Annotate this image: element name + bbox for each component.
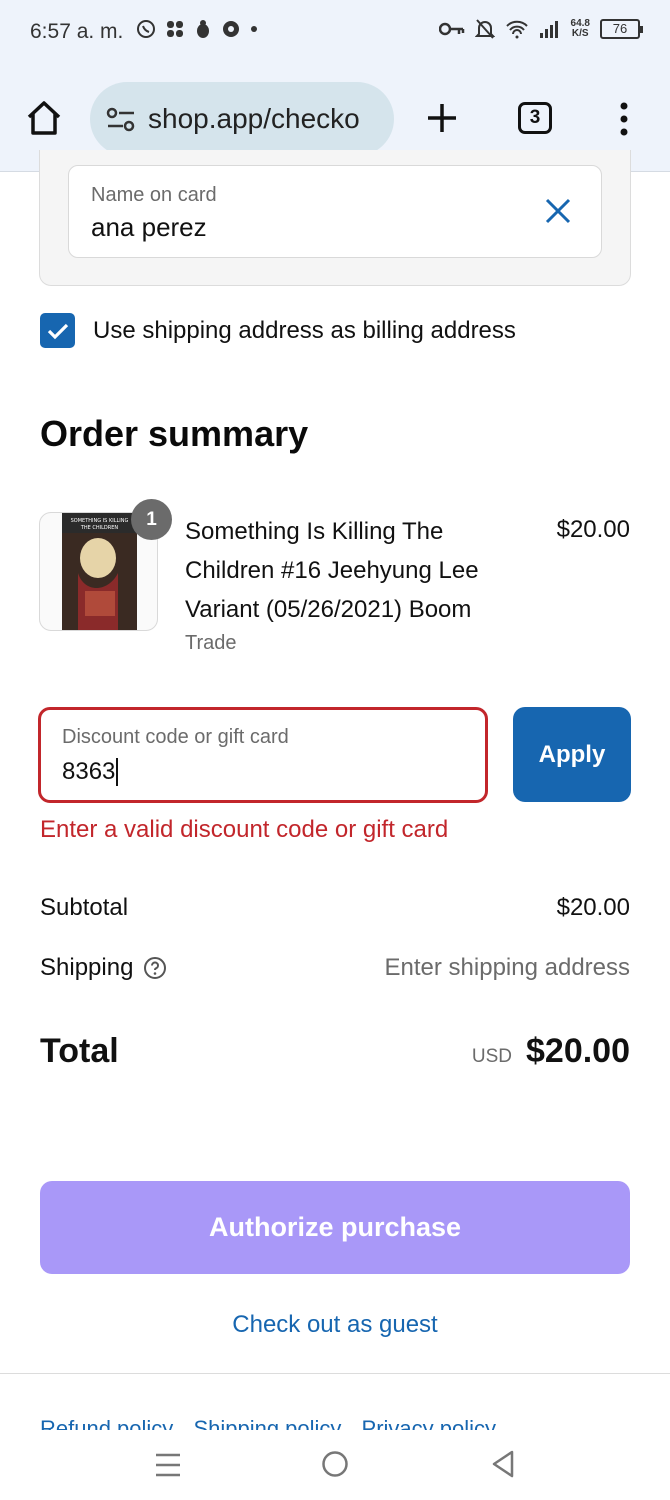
refund-policy-link[interactable]: Refund policy (40, 1416, 173, 1430)
shipping-value: Enter shipping address (384, 954, 630, 981)
url-text[interactable]: shop.app/checko (148, 103, 360, 135)
dot-icon (251, 26, 257, 32)
key-icon (438, 22, 464, 36)
shipping-policy-link[interactable]: Shipping policy (193, 1416, 341, 1430)
total-amount: USD $20.00 (472, 1032, 630, 1071)
site-settings-icon[interactable] (106, 106, 136, 134)
bell-muted-icon (474, 19, 495, 39)
discount-code-label: Discount code or gift card (62, 726, 289, 748)
product-price: $20.00 (556, 516, 630, 543)
battery-indicator: 76 (600, 19, 643, 39)
privacy-policy-link[interactable]: Privacy policy (362, 1416, 496, 1430)
shipping-label: Shipping (40, 954, 134, 981)
cover-title-text: SOMETHING IS KILLING (71, 518, 129, 524)
status-bar: 6:57 a. m. 64.8 K/S 76 (0, 0, 670, 70)
tab-switcher-button[interactable]: 3 (518, 102, 552, 134)
notification-icons (136, 19, 258, 39)
status-time: 6:57 a. m. (30, 20, 124, 43)
home-nav-icon[interactable] (321, 1450, 349, 1478)
total-currency: USD (471, 1046, 512, 1067)
recents-icon[interactable] (154, 1452, 182, 1478)
name-on-card-label: Name on card (91, 184, 217, 206)
name-on-card-field[interactable]: Name on card ana perez (68, 165, 602, 258)
billing-checkbox[interactable] (40, 313, 75, 348)
network-speed: 64.8 K/S (571, 19, 590, 39)
billing-address-option[interactable]: Use shipping address as billing address (40, 313, 516, 348)
authorize-purchase-button[interactable]: Authorize purchase (40, 1181, 630, 1274)
subtotal-label: Subtotal (40, 894, 129, 921)
help-icon[interactable] (143, 956, 167, 980)
home-icon[interactable] (24, 98, 64, 138)
discount-code-value[interactable]: 8363 (62, 758, 119, 786)
new-tab-icon[interactable] (424, 100, 460, 136)
checkout-as-guest-link[interactable]: Check out as guest (0, 1311, 670, 1339)
checkmark-icon (47, 323, 68, 339)
browser-notification-icon (223, 21, 239, 37)
bug-icon (197, 20, 209, 38)
network-speed-unit: K/S (571, 28, 589, 39)
signal-icon (539, 21, 558, 38)
total-label: Total (40, 1032, 119, 1070)
shipping-row: Shipping (40, 954, 167, 982)
name-on-card-value[interactable]: ana perez (91, 212, 207, 243)
clear-icon[interactable] (543, 196, 573, 226)
order-summary-title: Order summary (40, 413, 309, 454)
footer-divider (0, 1373, 670, 1374)
wifi-icon (505, 20, 528, 39)
product-variant: Trade (185, 632, 237, 654)
system-navigation-bar (0, 1430, 670, 1500)
product-name: Something Is Killing The Children #16 Je… (185, 518, 479, 623)
discount-error-message: Enter a valid discount code or gift card (40, 816, 449, 843)
system-icons: 64.8 K/S 76 (438, 18, 643, 40)
address-bar[interactable]: shop.app/checko (90, 82, 394, 156)
apps-icon (167, 21, 183, 37)
cover-title-text-2: THE CHILDREN (80, 525, 119, 531)
whatsapp-icon (137, 20, 155, 38)
total-value: $20.00 (526, 1032, 630, 1070)
footer-links: Refund policy Shipping policy Privacy po… (40, 1416, 510, 1430)
apply-button[interactable]: Apply (513, 707, 631, 802)
discount-code-input[interactable]: Discount code or gift card 8363 (38, 707, 488, 803)
billing-checkbox-label[interactable]: Use shipping address as billing address (93, 317, 516, 345)
more-menu-icon[interactable] (612, 100, 636, 138)
quantity-badge: 1 (131, 499, 172, 540)
subtotal-value: $20.00 (556, 894, 630, 921)
back-icon[interactable] (490, 1449, 516, 1479)
